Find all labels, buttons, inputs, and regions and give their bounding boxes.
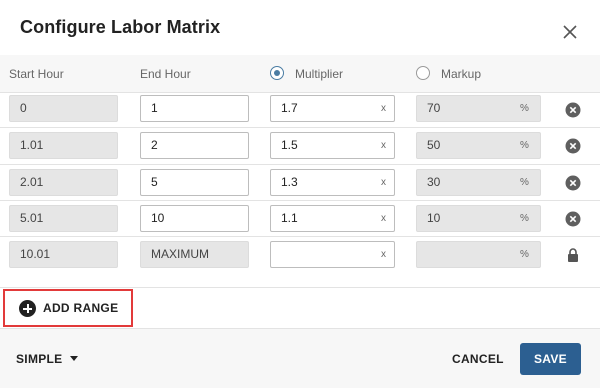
caret-down-icon[interactable] bbox=[70, 356, 78, 361]
end-hour-input[interactable]: 5 bbox=[140, 169, 249, 196]
markup-suffix: % bbox=[520, 249, 529, 260]
add-range-label: ADD RANGE bbox=[43, 301, 119, 315]
end-hour-input[interactable]: 1 bbox=[140, 95, 249, 122]
start-hour-field: 1.01 bbox=[9, 132, 118, 159]
markup-suffix: % bbox=[520, 103, 529, 114]
start-hour-field: 2.01 bbox=[9, 169, 118, 196]
markup-field: 70 % bbox=[416, 95, 541, 122]
column-header-end-hour: End Hour bbox=[140, 67, 191, 81]
remove-circle-icon[interactable] bbox=[565, 175, 581, 191]
lock-icon bbox=[567, 248, 579, 262]
multiplier-suffix: x bbox=[381, 249, 386, 260]
markup-field: % bbox=[416, 241, 541, 268]
end-hour-input[interactable]: 10 bbox=[140, 205, 249, 232]
cancel-button[interactable]: CANCEL bbox=[452, 352, 504, 366]
markup-field: 30 % bbox=[416, 169, 541, 196]
column-header-multiplier: Multiplier bbox=[295, 67, 344, 81]
table-bottom-divider bbox=[0, 287, 600, 288]
markup-suffix: % bbox=[520, 177, 529, 188]
multiplier-input[interactable]: 1.5 x bbox=[270, 132, 395, 159]
markup-suffix: % bbox=[520, 213, 529, 224]
multiplier-suffix: x bbox=[381, 213, 386, 224]
markup-value: 50 bbox=[427, 138, 441, 152]
mode-dropdown[interactable]: SIMPLE bbox=[16, 352, 62, 366]
multiplier-suffix: x bbox=[381, 140, 386, 151]
multiplier-input[interactable]: 1.1 x bbox=[270, 205, 395, 232]
row-divider bbox=[0, 236, 600, 237]
add-range-button[interactable]: ADD RANGE bbox=[3, 289, 133, 327]
markup-radio[interactable] bbox=[416, 66, 430, 80]
multiplier-suffix: x bbox=[381, 103, 386, 114]
column-header-markup: Markup bbox=[441, 67, 482, 81]
header-bottom-divider bbox=[0, 92, 600, 93]
start-hour-field: 10.01 bbox=[9, 241, 118, 268]
row-divider bbox=[0, 200, 600, 201]
dialog-footer bbox=[0, 329, 600, 388]
row-divider bbox=[0, 127, 600, 128]
markup-field: 50 % bbox=[416, 132, 541, 159]
end-hour-field: MAXIMUM bbox=[140, 241, 249, 268]
multiplier-input[interactable]: 1.3 x bbox=[270, 169, 395, 196]
row-divider bbox=[0, 164, 600, 165]
markup-value: 30 bbox=[427, 175, 441, 189]
save-button[interactable]: SAVE bbox=[520, 343, 581, 375]
close-icon[interactable] bbox=[558, 20, 582, 44]
markup-suffix: % bbox=[520, 140, 529, 151]
plus-circle-icon bbox=[19, 300, 36, 317]
remove-circle-icon[interactable] bbox=[565, 102, 581, 118]
multiplier-value: 1.7 bbox=[281, 101, 298, 115]
markup-value: 70 bbox=[427, 101, 441, 115]
remove-circle-icon[interactable] bbox=[565, 138, 581, 154]
multiplier-value: 1.1 bbox=[281, 211, 298, 225]
markup-field: 10 % bbox=[416, 205, 541, 232]
multiplier-input[interactable]: 1.7 x bbox=[270, 95, 395, 122]
remove-circle-icon[interactable] bbox=[565, 211, 581, 227]
dialog-title: Configure Labor Matrix bbox=[20, 17, 221, 37]
multiplier-suffix: x bbox=[381, 177, 386, 188]
start-hour-field: 5.01 bbox=[9, 205, 118, 232]
multiplier-value: 1.5 bbox=[281, 138, 298, 152]
multiplier-input[interactable]: x bbox=[270, 241, 395, 268]
markup-value: 10 bbox=[427, 211, 441, 225]
multiplier-value: 1.3 bbox=[281, 175, 298, 189]
end-hour-input[interactable]: 2 bbox=[140, 132, 249, 159]
column-header-start-hour: Start Hour bbox=[9, 67, 64, 81]
configure-labor-matrix-dialog: Configure Labor Matrix Start Hour End Ho… bbox=[0, 0, 600, 388]
start-hour-field: 0 bbox=[9, 95, 118, 122]
multiplier-radio[interactable] bbox=[270, 66, 284, 80]
